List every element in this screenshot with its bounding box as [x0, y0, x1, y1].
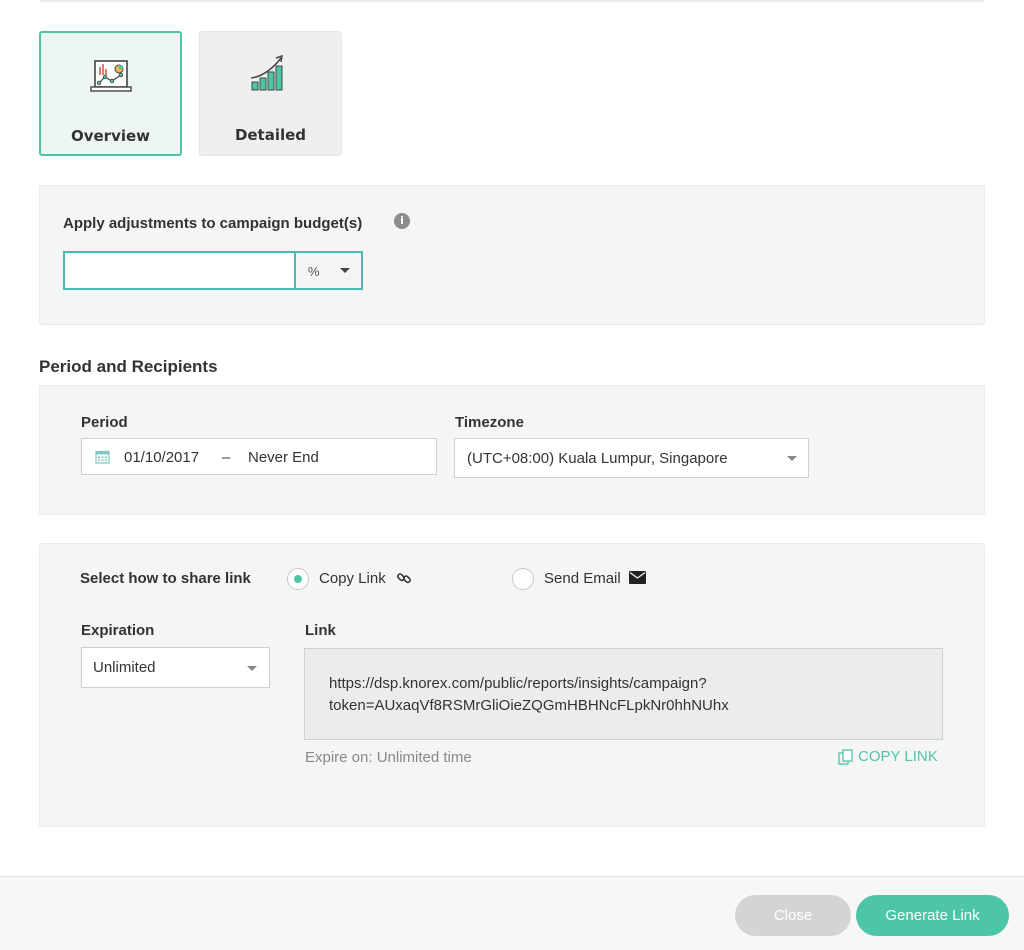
link-icon: [396, 570, 412, 591]
expiration-select[interactable]: Unlimited: [81, 647, 270, 688]
copy-link-action[interactable]: COPY LINK: [838, 748, 938, 765]
share-link-line-2: token=AUxaqVf8RSMrGliOieZQGmHBHNcFLpkNr0…: [329, 697, 729, 714]
generate-link-button[interactable]: Generate Link: [856, 895, 1009, 936]
budget-adjustment-input[interactable]: [63, 251, 294, 290]
share-method-prompt: Select how to share link: [80, 570, 251, 587]
share-link-line-1: https://dsp.knorex.com/public/reports/in…: [329, 675, 707, 692]
expire-note: Expire on: Unlimited time: [305, 749, 472, 766]
copy-link-action-label: COPY LINK: [858, 748, 938, 765]
copy-link-radio[interactable]: [287, 568, 309, 590]
link-label: Link: [305, 622, 336, 639]
period-start-date: 01/10/2017: [124, 449, 200, 466]
envelope-icon: [629, 571, 646, 589]
report-type-detailed-card[interactable]: Detailed: [199, 31, 342, 156]
timezone-label: Timezone: [455, 414, 524, 431]
expiration-label: Expiration: [81, 622, 155, 639]
calendar-icon: [95, 449, 110, 468]
report-type-overview-card[interactable]: Overview: [39, 31, 182, 156]
period-end-date: Never End: [248, 449, 319, 466]
expiration-value: Unlimited: [93, 659, 156, 676]
budget-unit-select[interactable]: %: [294, 251, 363, 290]
share-link-box[interactable]: https://dsp.knorex.com/public/reports/in…: [304, 648, 943, 740]
period-label: Period: [81, 414, 128, 431]
top-divider: [40, 0, 984, 2]
report-type-label: Overview: [70, 127, 151, 145]
timezone-value: (UTC+08:00) Kuala Lumpur, Singapore: [467, 450, 728, 467]
timezone-select[interactable]: (UTC+08:00) Kuala Lumpur, Singapore: [454, 438, 809, 478]
period-separator: –: [222, 449, 231, 466]
chevron-down-icon: [787, 456, 797, 461]
budget-unit-value: %: [308, 264, 320, 279]
analytics-laptop-icon: [41, 53, 180, 103]
chevron-down-icon: [247, 666, 257, 671]
chevron-down-icon: [340, 268, 350, 273]
send-email-radio[interactable]: [512, 568, 534, 590]
close-button[interactable]: Close: [735, 895, 851, 936]
growth-bar-chart-icon: [200, 52, 341, 102]
copy-icon: [838, 748, 854, 765]
period-date-range-field[interactable]: 01/10/2017 – Never End: [81, 438, 437, 475]
send-email-option-label[interactable]: Send Email: [544, 570, 621, 587]
budget-label: Apply adjustments to campaign budget(s): [63, 215, 363, 232]
report-type-label: Detailed: [234, 126, 307, 144]
info-circle-icon[interactable]: i: [394, 213, 410, 229]
copy-link-option-label[interactable]: Copy Link: [319, 570, 386, 587]
section-title: Period and Recipients: [39, 357, 218, 376]
